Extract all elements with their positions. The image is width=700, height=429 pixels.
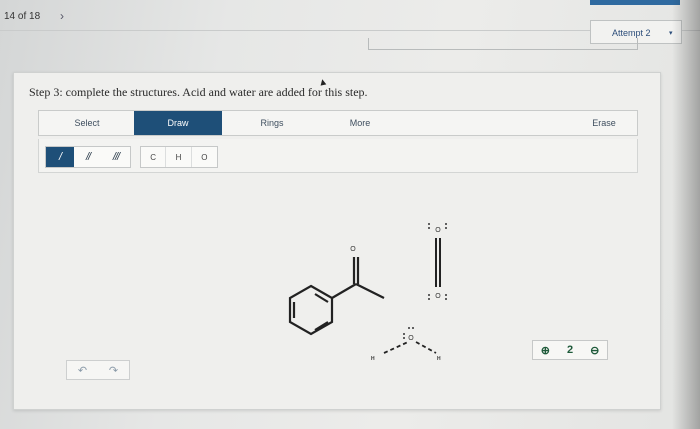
attempt-label: Attempt 2 — [612, 28, 651, 38]
aldehyde-oxygen-label: O — [350, 246, 356, 253]
atom-tools: C H O — [140, 146, 218, 168]
redo-icon[interactable]: ↷ — [98, 361, 129, 379]
undo-icon[interactable]: ↶ — [67, 361, 98, 379]
top-accent-strip — [590, 0, 680, 5]
double-bond-button[interactable]: // — [74, 147, 102, 167]
question-counter: 14 of 18 — [4, 11, 41, 22]
co2-molecule[interactable] — [435, 238, 441, 287]
aldehyde-h-bond — [355, 283, 385, 299]
zoom-controls: ⊕ 2 ⊖ — [532, 340, 608, 360]
atom-hydrogen-button[interactable]: H — [166, 147, 192, 167]
ring-to-carbonyl-bond — [331, 283, 357, 299]
next-question-icon[interactable]: › — [60, 9, 64, 23]
zoom-in-icon[interactable]: ⊕ — [533, 341, 558, 359]
mouse-cursor-icon: ▲ — [316, 76, 329, 89]
water-molecule[interactable] — [383, 341, 437, 354]
tab-select[interactable]: Select — [57, 111, 117, 135]
tab-more[interactable]: More — [335, 111, 385, 135]
tab-rings[interactable]: Rings — [247, 111, 297, 135]
benzene-ring — [288, 284, 334, 336]
water-right-h-label: H — [437, 356, 441, 362]
zoom-reset-icon[interactable]: 2 — [558, 341, 583, 359]
step-title: Step 3: complete the structures. Acid an… — [29, 85, 368, 99]
history-controls: ↶ ↷ — [66, 360, 130, 380]
co2-lone-pairs — [428, 223, 447, 300]
co2-top-oxygen-label: O — [435, 227, 441, 234]
single-bond-button[interactable]: / — [46, 147, 74, 167]
atom-carbon-button[interactable]: C — [141, 147, 167, 167]
water-left-h-label: H — [371, 356, 375, 362]
tab-draw[interactable]: Draw — [134, 111, 222, 135]
benzaldehyde-structure[interactable] — [288, 257, 385, 336]
triple-bond-button[interactable]: /// — [102, 147, 130, 167]
attempt-panel-edge — [368, 38, 638, 50]
bond-tools: / // /// — [45, 146, 131, 168]
water-oxygen-label: O — [408, 335, 414, 342]
edge-shadow — [672, 0, 700, 429]
editor-toolbar: Select Draw Rings More Erase — [38, 110, 638, 136]
water-right-bond — [415, 341, 437, 354]
atom-oxygen-button[interactable]: O — [192, 147, 217, 167]
co2-bottom-oxygen-label: O — [435, 293, 441, 300]
tab-erase[interactable]: Erase — [584, 111, 624, 135]
zoom-out-icon[interactable]: ⊖ — [582, 341, 607, 359]
water-left-bond — [383, 341, 409, 354]
